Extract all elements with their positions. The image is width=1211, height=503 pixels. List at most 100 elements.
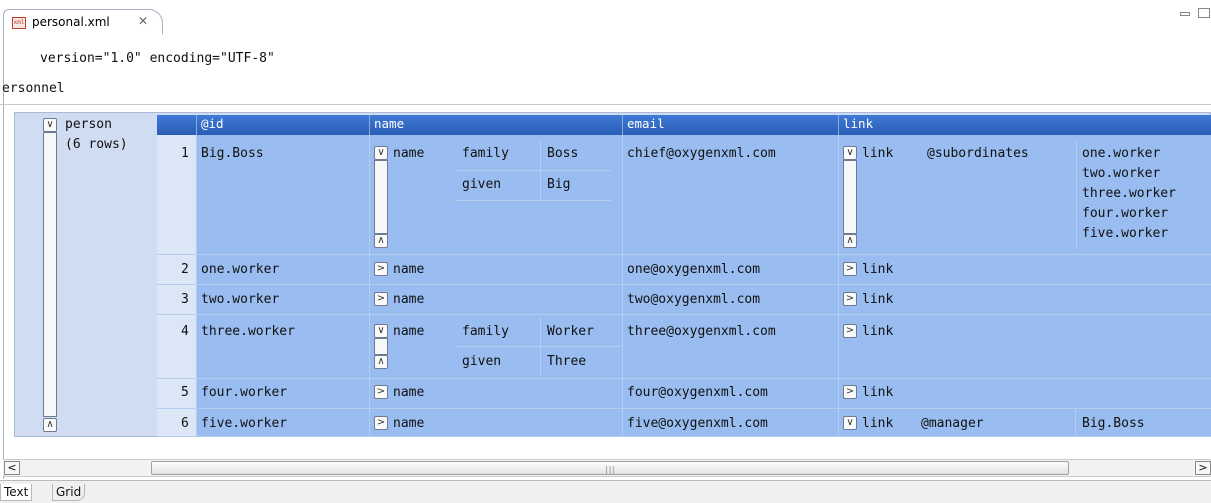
link-label: link <box>862 146 894 161</box>
row-number-cell <box>157 409 197 437</box>
email-value[interactable]: five@oxygenxml.com <box>627 416 768 431</box>
id-cell[interactable]: two.worker <box>201 292 279 307</box>
header-email[interactable]: email <box>623 115 839 135</box>
given-value[interactable]: Big <box>547 177 570 192</box>
name-expand-bar[interactable] <box>374 160 388 234</box>
email-value[interactable]: two@oxygenxml.com <box>627 292 760 307</box>
scroll-right-icon[interactable]: > <box>1195 461 1211 475</box>
editor-tab-label: personal.xml <box>32 15 110 29</box>
link-label: link <box>862 385 894 400</box>
expand-name-icon[interactable]: > <box>374 385 388 399</box>
row-number: 3 <box>181 292 189 307</box>
row-number: 5 <box>181 385 189 400</box>
expand-name-icon[interactable]: > <box>374 292 388 306</box>
link-label: link <box>862 324 894 339</box>
subordinate-value[interactable]: three.worker <box>1082 186 1176 201</box>
row-number-cell <box>157 255 197 285</box>
group-row-count: (6 rows) <box>65 137 128 152</box>
subordinate-value[interactable]: five.worker <box>1082 226 1168 241</box>
subordinate-value[interactable]: four.worker <box>1082 206 1168 221</box>
link-cell[interactable] <box>839 285 1211 315</box>
collapse-link-icon[interactable]: ∨ <box>843 416 857 430</box>
name-label: name <box>393 416 425 431</box>
group-label: person <box>65 117 112 132</box>
row-number-cell <box>157 379 197 409</box>
name-label: name <box>393 385 425 400</box>
row-number-cell <box>157 135 197 255</box>
row-number: 4 <box>181 324 189 339</box>
expand-name-icon[interactable]: ∧ <box>374 234 388 248</box>
id-cell[interactable]: Big.Boss <box>201 146 264 161</box>
editor-tab[interactable]: xml personal.xml ✕ <box>3 9 163 35</box>
close-tab-icon[interactable]: ✕ <box>138 14 148 28</box>
row-number: 2 <box>181 262 189 277</box>
collapse-name-icon[interactable]: ∨ <box>374 146 388 160</box>
link-cell[interactable] <box>839 379 1211 409</box>
manager-attr: @manager <box>921 416 984 431</box>
row-number-cell <box>157 315 197 379</box>
id-cell[interactable]: five.worker <box>201 416 287 431</box>
family-label: family <box>462 324 509 339</box>
email-value[interactable]: four@oxygenxml.com <box>627 385 768 400</box>
collapse-person-icon[interactable]: ∨ <box>43 118 57 132</box>
header-id[interactable]: @id <box>197 115 370 135</box>
collapse-link-icon[interactable]: ∨ <box>843 146 857 160</box>
email-value[interactable]: chief@oxygenxml.com <box>627 146 776 161</box>
name-label: name <box>393 262 425 277</box>
tab-grid-mode[interactable]: Grid <box>52 484 86 501</box>
link-label: link <box>862 292 894 307</box>
header-name[interactable]: name <box>370 115 623 135</box>
link-label: link <box>862 416 894 431</box>
expand-name-icon[interactable]: ∧ <box>374 355 388 369</box>
subordinate-value[interactable]: one.worker <box>1082 146 1160 161</box>
scroll-left-icon[interactable]: < <box>4 461 20 475</box>
expand-link-icon[interactable]: > <box>843 385 857 399</box>
person-grid: ∨ ∧ person (6 rows) @id name email link … <box>14 112 1211 437</box>
editor-mode-bar <box>0 480 1211 503</box>
person-group-bar[interactable] <box>43 132 57 417</box>
expand-person-icon[interactable]: ∧ <box>43 418 57 432</box>
scrollbar-grip-icon: ||| <box>605 465 617 474</box>
root-element-name: ersonnel <box>2 81 65 96</box>
email-value[interactable]: three@oxygenxml.com <box>627 324 776 339</box>
expand-link-icon[interactable]: > <box>843 262 857 276</box>
link-label: link <box>862 262 894 277</box>
expand-name-icon[interactable]: > <box>374 262 388 276</box>
expand-link-icon[interactable]: > <box>843 292 857 306</box>
id-cell[interactable]: three.worker <box>201 324 295 339</box>
name-label: name <box>393 324 425 339</box>
link-cell[interactable] <box>839 315 1211 379</box>
row-number: 6 <box>181 416 189 431</box>
manager-value[interactable]: Big.Boss <box>1082 416 1145 431</box>
expand-name-icon[interactable]: > <box>374 416 388 430</box>
maximize-icon[interactable] <box>1198 8 1210 18</box>
link-cell[interactable] <box>839 255 1211 285</box>
xml-file-icon: xml <box>12 17 26 29</box>
id-cell[interactable]: four.worker <box>201 385 287 400</box>
subordinate-value[interactable]: two.worker <box>1082 166 1160 181</box>
email-value[interactable]: one@oxygenxml.com <box>627 262 760 277</box>
subordinates-attr: @subordinates <box>927 146 1029 161</box>
id-cell[interactable]: one.worker <box>201 262 279 277</box>
editor-tab-strip <box>0 0 1211 34</box>
row-number: 1 <box>181 146 189 161</box>
family-value[interactable]: Worker <box>547 324 594 339</box>
collapse-name-icon[interactable]: ∨ <box>374 324 388 338</box>
name-label: name <box>393 292 425 307</box>
name-expand-bar[interactable] <box>374 338 388 355</box>
xml-declaration: version="1.0" encoding="UTF-8" <box>40 51 275 66</box>
name-label: name <box>393 146 425 161</box>
divider <box>0 104 1211 105</box>
header-link[interactable]: link <box>839 115 1211 135</box>
expand-link-icon[interactable]: ∧ <box>843 234 857 248</box>
given-value[interactable]: Three <box>547 354 586 369</box>
row-number-cell <box>157 285 197 315</box>
link-expand-bar[interactable] <box>843 160 857 234</box>
given-label: given <box>462 177 502 192</box>
header-rownum <box>157 115 197 135</box>
tab-text-mode[interactable]: Text <box>0 484 33 501</box>
expand-link-icon[interactable]: > <box>843 324 857 338</box>
family-value[interactable]: Boss <box>547 146 578 161</box>
given-label: given <box>462 354 502 369</box>
minimize-icon[interactable] <box>1180 12 1190 16</box>
